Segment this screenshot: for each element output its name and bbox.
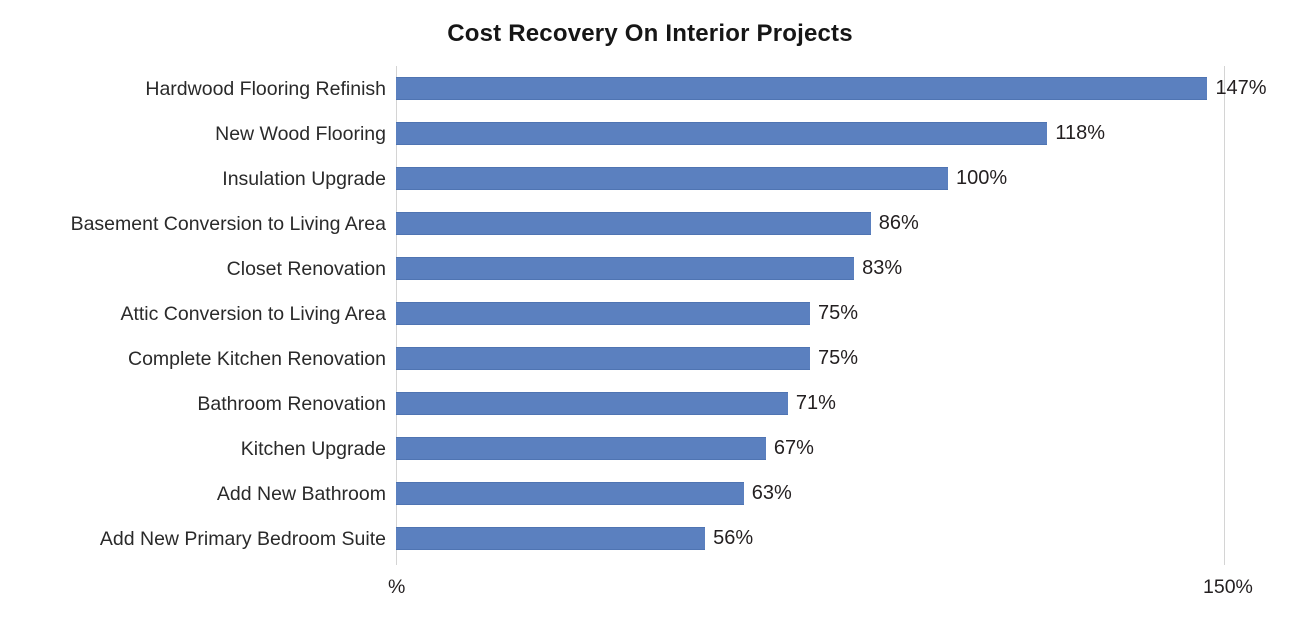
category-label: Add New Bathroom — [216, 483, 386, 505]
category-label: Complete Kitchen Renovation — [128, 348, 386, 370]
category-label: Closet Renovation — [226, 258, 386, 280]
bar-row: 83% — [396, 246, 1225, 291]
category-label: Hardwood Flooring Refinish — [145, 78, 386, 100]
bar-row: 75% — [396, 291, 1225, 336]
bar-chart: Cost Recovery On Interior Projects Hardw… — [0, 0, 1300, 624]
category-label: Kitchen Upgrade — [240, 438, 386, 460]
bar-value-label: 147% — [1215, 77, 1267, 99]
bar-value-label: 75% — [818, 302, 859, 324]
bar-row: 71% — [396, 381, 1225, 426]
bar-row: 86% — [396, 201, 1225, 246]
axis-tick-150: 150% — [1203, 576, 1253, 598]
bar-value-label: 75% — [818, 347, 859, 369]
category-label: Insulation Upgrade — [222, 168, 386, 190]
bar[interactable] — [396, 482, 744, 505]
bar[interactable] — [396, 77, 1208, 100]
bar[interactable] — [396, 257, 855, 280]
bar-value-label: 63% — [751, 482, 792, 504]
category-label: Add New Primary Bedroom Suite — [99, 528, 386, 550]
axis-tick-0: % — [388, 576, 406, 598]
bar-row: 63% — [396, 471, 1225, 516]
chart-title: Cost Recovery On Interior Projects — [447, 20, 853, 47]
bar-row: 147% — [396, 66, 1267, 111]
bar[interactable] — [396, 527, 706, 550]
category-label: Attic Conversion to Living Area — [120, 303, 386, 325]
bar-value-label: 56% — [713, 527, 754, 549]
bar-value-label: 100% — [956, 167, 1008, 189]
bar-row: 100% — [396, 156, 1225, 201]
bar-row: 118% — [396, 111, 1225, 156]
category-label: New Wood Flooring — [215, 123, 386, 145]
bar[interactable] — [396, 392, 788, 415]
bar[interactable] — [396, 347, 810, 370]
bar-value-label: 118% — [1055, 122, 1106, 144]
bar[interactable] — [396, 122, 1048, 145]
bar[interactable] — [396, 212, 871, 235]
bar-row: 67% — [396, 426, 1225, 471]
bar[interactable] — [396, 167, 948, 190]
bar[interactable] — [396, 302, 810, 325]
bar-value-label: 83% — [862, 257, 903, 279]
value-axis-ticks: % 150% — [0, 574, 1300, 608]
bar-value-label: 71% — [795, 392, 836, 414]
bar-row: 56% — [396, 516, 1225, 561]
category-axis-labels: Hardwood Flooring Refinish New Wood Floor… — [0, 66, 386, 565]
category-label: Basement Conversion to Living Area — [70, 213, 386, 235]
bar[interactable] — [396, 437, 766, 460]
bar-row: 75% — [396, 336, 1225, 381]
category-label: Bathroom Renovation — [197, 393, 386, 415]
bar-value-label: 67% — [773, 437, 814, 459]
plot-area: 147% 118% 100% 86% 83% 75% 75% 71% 67% 63% 56% — [396, 66, 1267, 565]
bar-value-label: 86% — [878, 212, 919, 234]
